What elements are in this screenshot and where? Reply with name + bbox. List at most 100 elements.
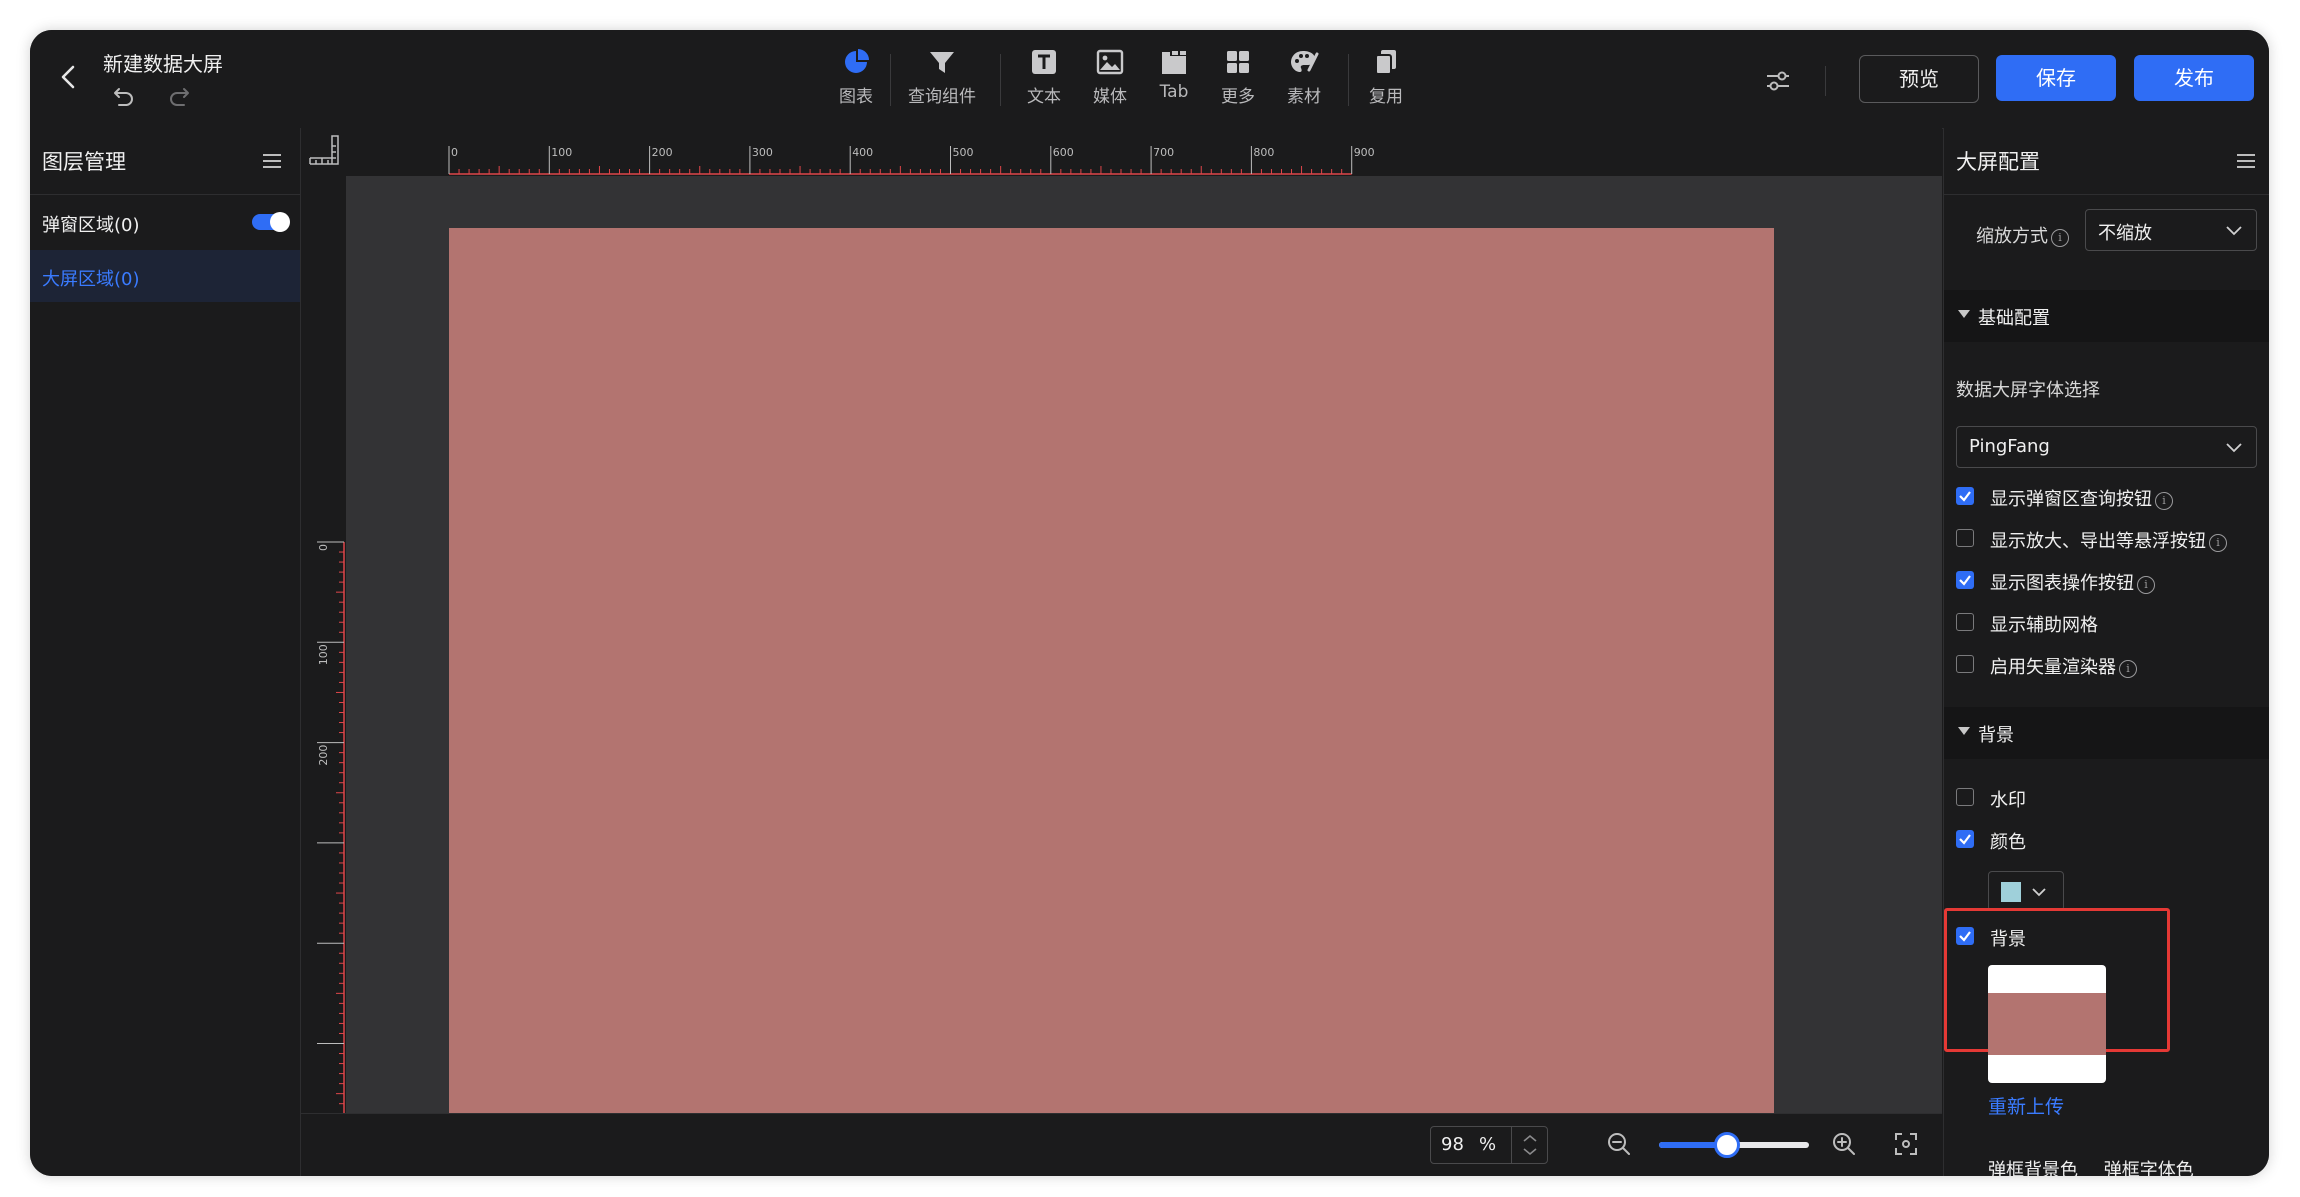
zoom-stepper[interactable] (1511, 1127, 1548, 1163)
zoom-out-icon[interactable] (1606, 1131, 1632, 1157)
ruler-label: 400 (852, 146, 873, 159)
toolbar-material-label: 素材 (1287, 87, 1321, 107)
fit-screen-icon[interactable] (1893, 1131, 1919, 1157)
document-title[interactable]: 新建数据大屏 (103, 48, 223, 77)
redo-icon[interactable] (167, 86, 193, 110)
info-icon[interactable]: i (2119, 660, 2137, 678)
info-icon[interactable]: i (2155, 492, 2173, 510)
font-select[interactable]: PingFang (1956, 426, 2257, 468)
layer-screen-area[interactable]: 大屏区域(0) (30, 250, 300, 302)
toolbar-text[interactable]: 文本 (1016, 48, 1072, 112)
popup-bg-color-label: 弹框背景色 (1988, 1160, 2078, 1176)
toolbar-media[interactable]: 媒体 (1082, 48, 1138, 112)
ruler-label: 0 (451, 146, 458, 159)
section-background[interactable]: 背景 (1944, 707, 2269, 759)
checkbox[interactable] (1956, 613, 1974, 631)
screen-area-label: 大屏区域(0) (42, 269, 140, 290)
toolbar-reuse-label: 复用 (1369, 87, 1403, 107)
option-text: 水印 (1990, 790, 2026, 811)
palette-icon (1291, 51, 1319, 72)
text-icon (1032, 50, 1056, 74)
top-bar: 新建数据大屏 图表 查询组件 文本 媒体 Tab 更多 素材 复用 预览 保存 … (30, 30, 2269, 129)
toolbar-chart-label: 图表 (839, 87, 873, 107)
popup-color-labels: 弹框背景色 弹框字体色 (1988, 1156, 2214, 1176)
checkbox[interactable] (1956, 830, 1974, 848)
divider (1944, 194, 2269, 195)
scale-mode-select[interactable]: 不缩放 (2085, 209, 2257, 251)
section-basic-config[interactable]: 基础配置 (1944, 290, 2269, 342)
thumbnail-band (1988, 993, 2106, 1055)
toolbar-tab[interactable]: Tab (1146, 48, 1202, 112)
toolbar-query[interactable]: 查询组件 (902, 48, 982, 112)
preview-button[interactable]: 预览 (1859, 55, 1979, 103)
layer-popup-area[interactable]: 弹窗区域(0) (30, 196, 300, 248)
zoom-slider[interactable] (1659, 1132, 1809, 1158)
ruler-label: 700 (1153, 146, 1174, 159)
collapse-triangle-icon (1958, 727, 1970, 735)
checkbox[interactable] (1956, 529, 1974, 547)
toolbar-material[interactable]: 素材 (1276, 48, 1332, 112)
toolbar-more[interactable]: 更多 (1210, 48, 1266, 112)
color-swatch (2001, 882, 2021, 902)
popup-area-toggle[interactable] (252, 212, 290, 232)
checkbox[interactable] (1956, 788, 1974, 806)
toolbar-reuse[interactable]: 复用 (1358, 48, 1414, 112)
info-icon[interactable]: i (2209, 534, 2227, 552)
checkbox[interactable] (1956, 927, 1974, 945)
option-label: 启用矢量渲染器 i (1990, 653, 2137, 679)
chevron-down-icon (2226, 443, 2242, 453)
app-window: 新建数据大屏 图表 查询组件 文本 媒体 Tab 更多 素材 复用 预览 保存 … (30, 30, 2269, 1176)
background-image-thumbnail[interactable] (1988, 965, 2106, 1083)
ruler-label: 600 (1053, 146, 1074, 159)
toolbar-text-label: 文本 (1027, 87, 1061, 107)
ruler-icon[interactable] (301, 128, 346, 176)
artboard[interactable] (449, 228, 1774, 1113)
check-icon (1959, 575, 1971, 586)
reupload-link[interactable]: 重新上传 (1988, 1092, 2064, 1119)
scale-mode-label: 缩放方式 i (1976, 222, 2069, 248)
toolbar-tab-label: Tab (1159, 82, 1189, 102)
zoom-input[interactable]: 98 % (1430, 1126, 1548, 1164)
option-text: 显示放大、导出等悬浮按钮 (1990, 531, 2206, 552)
checkbox[interactable] (1956, 655, 1974, 673)
font-select-label: 数据大屏字体选择 (1956, 380, 2100, 401)
color-picker[interactable] (1988, 871, 2064, 911)
option-text: 显示辅助网格 (1990, 615, 2098, 636)
checkbox[interactable] (1956, 571, 1974, 589)
check-icon (1959, 491, 1971, 502)
adjust-settings-icon[interactable] (1763, 66, 1793, 96)
ruler-label: 500 (953, 146, 974, 159)
vertical-ruler: 0 100 200 (301, 176, 346, 1113)
divider (30, 194, 300, 195)
font-select-value: PingFang (1969, 436, 2050, 457)
option-text: 颜色 (1990, 832, 2026, 853)
zoom-slider-thumb[interactable] (1713, 1132, 1740, 1158)
publish-button[interactable]: 发布 (2134, 55, 2254, 101)
info-icon[interactable]: i (2051, 229, 2069, 247)
canvas-area[interactable]: 0 100 200 300 400 500 600 700 800 900 0 100 200 (301, 128, 1942, 1113)
zoom-in-icon[interactable] (1831, 1131, 1857, 1157)
option-text: 启用矢量渲染器 (1990, 657, 2116, 678)
option-text: 背景 (1990, 929, 2026, 950)
back-arrow-icon[interactable] (52, 60, 86, 94)
ruler-corner (301, 128, 346, 176)
toolbar-chart[interactable]: 图表 (826, 48, 886, 112)
menu-icon[interactable] (262, 152, 282, 170)
vertical-ruler-scale: 0 100 200 (317, 541, 345, 1113)
menu-icon[interactable] (2236, 152, 2256, 170)
undo-icon[interactable] (110, 86, 136, 110)
zoom-value[interactable]: 98 (1441, 1134, 1464, 1155)
option-text: 显示弹窗区查询按钮 (1990, 489, 2152, 510)
option-label: 显示弹窗区查询按钮 i (1990, 485, 2173, 511)
ruler-label: 800 (1253, 146, 1274, 159)
popup-area-label: 弹窗区域(0) (42, 215, 140, 236)
chevron-down-icon (2226, 226, 2242, 236)
save-button[interactable]: 保存 (1996, 55, 2116, 101)
info-icon[interactable]: i (2137, 576, 2155, 594)
popup-font-color-label: 弹框字体色 (2103, 1160, 2194, 1176)
ruler-label: 900 (1354, 146, 1375, 159)
ruler-label: 200 (652, 146, 673, 159)
header-divider (1825, 66, 1826, 96)
toolbar-query-label: 查询组件 (908, 87, 976, 107)
checkbox[interactable] (1956, 487, 1974, 505)
